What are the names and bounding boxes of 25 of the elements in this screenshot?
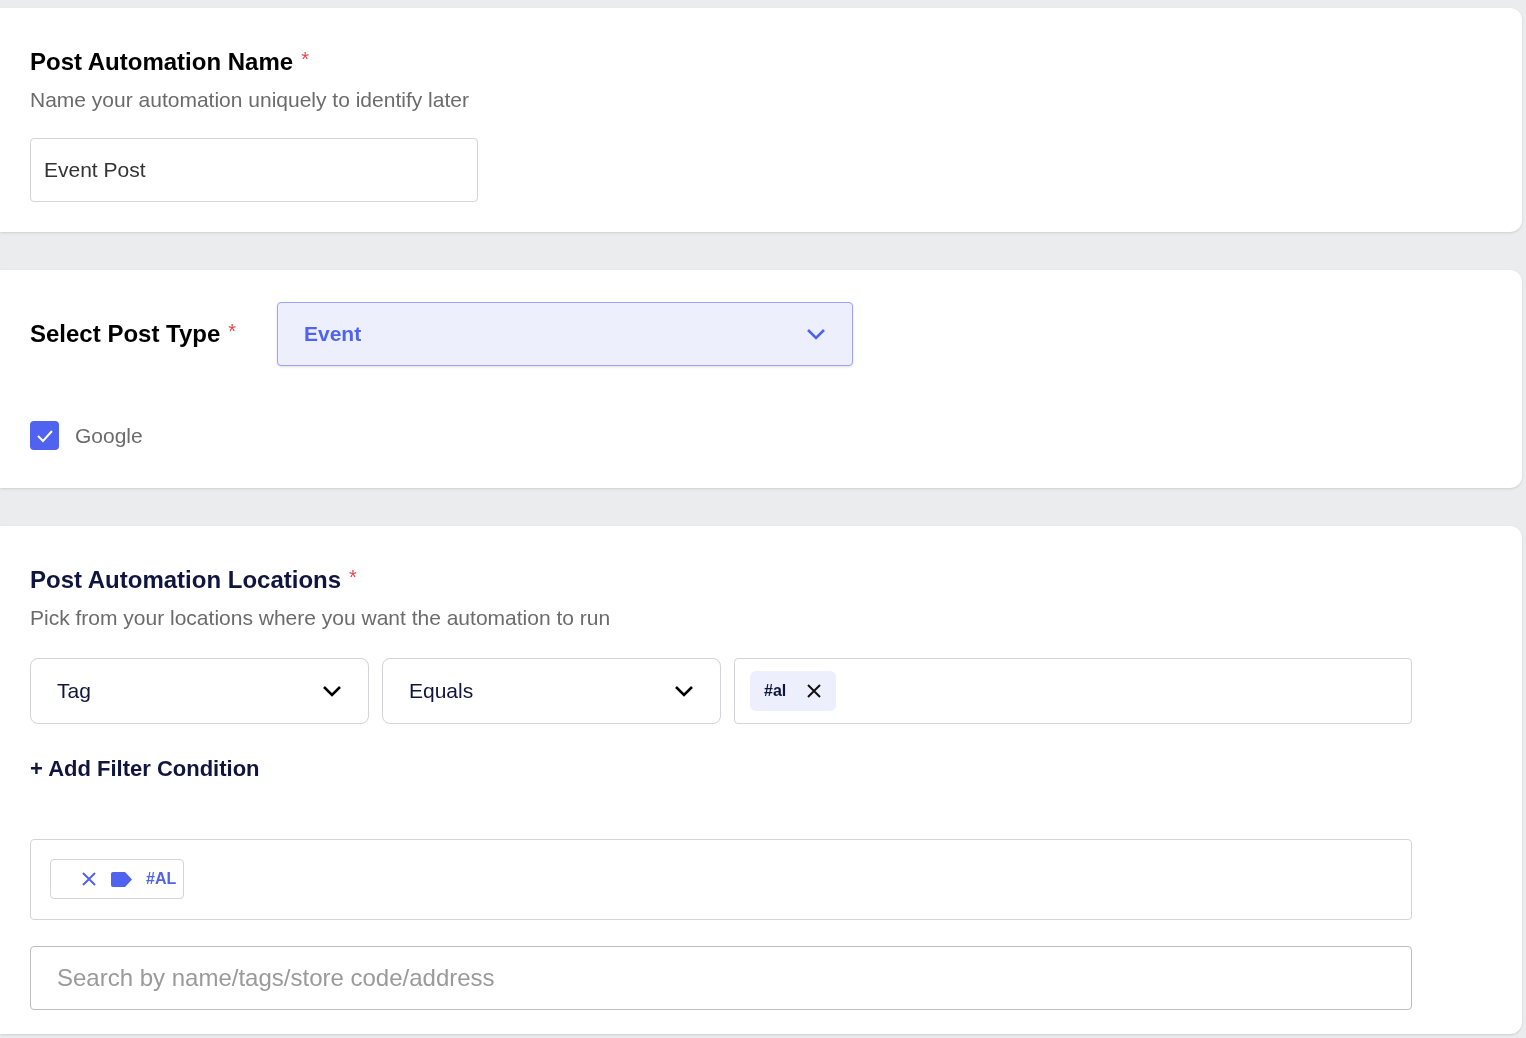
checkmark-icon — [35, 428, 54, 443]
close-icon[interactable] — [806, 682, 823, 699]
post-type-select[interactable]: Event — [277, 302, 853, 366]
field-select[interactable]: Tag — [30, 657, 369, 724]
chip-text: #al — [764, 680, 787, 701]
location-search-field[interactable]: Search by name/tags/store code/address — [30, 945, 1412, 1010]
tag-icon — [111, 871, 132, 887]
add-filter-condition-link[interactable]: + Add Filter Condition — [30, 751, 260, 785]
tag-text: #AL — [146, 869, 177, 889]
section-subtitle: Pick from your locations where you want the automation to run — [30, 605, 612, 631]
chevron-down-icon — [322, 684, 342, 697]
tag-value-field[interactable]: #al — [734, 657, 1412, 724]
name-input-field[interactable]: Event Post — [30, 137, 478, 202]
operator-select[interactable]: Equals — [382, 657, 721, 724]
section-title: Post Automation Name — [30, 47, 294, 77]
required-asterisk: * — [349, 565, 357, 590]
chevron-down-icon — [674, 684, 694, 697]
chevron-down-icon — [806, 328, 826, 340]
section-title: Post Automation Locations — [30, 565, 342, 595]
section-subtitle: Name your automation uniquely to identify later — [30, 87, 470, 113]
checkbox[interactable] — [30, 421, 59, 451]
checkbox-label: Google — [75, 423, 143, 449]
required-asterisk: * — [301, 47, 309, 72]
required-asterisk: * — [228, 319, 237, 344]
field-label: Select Post Type — [30, 319, 221, 349]
